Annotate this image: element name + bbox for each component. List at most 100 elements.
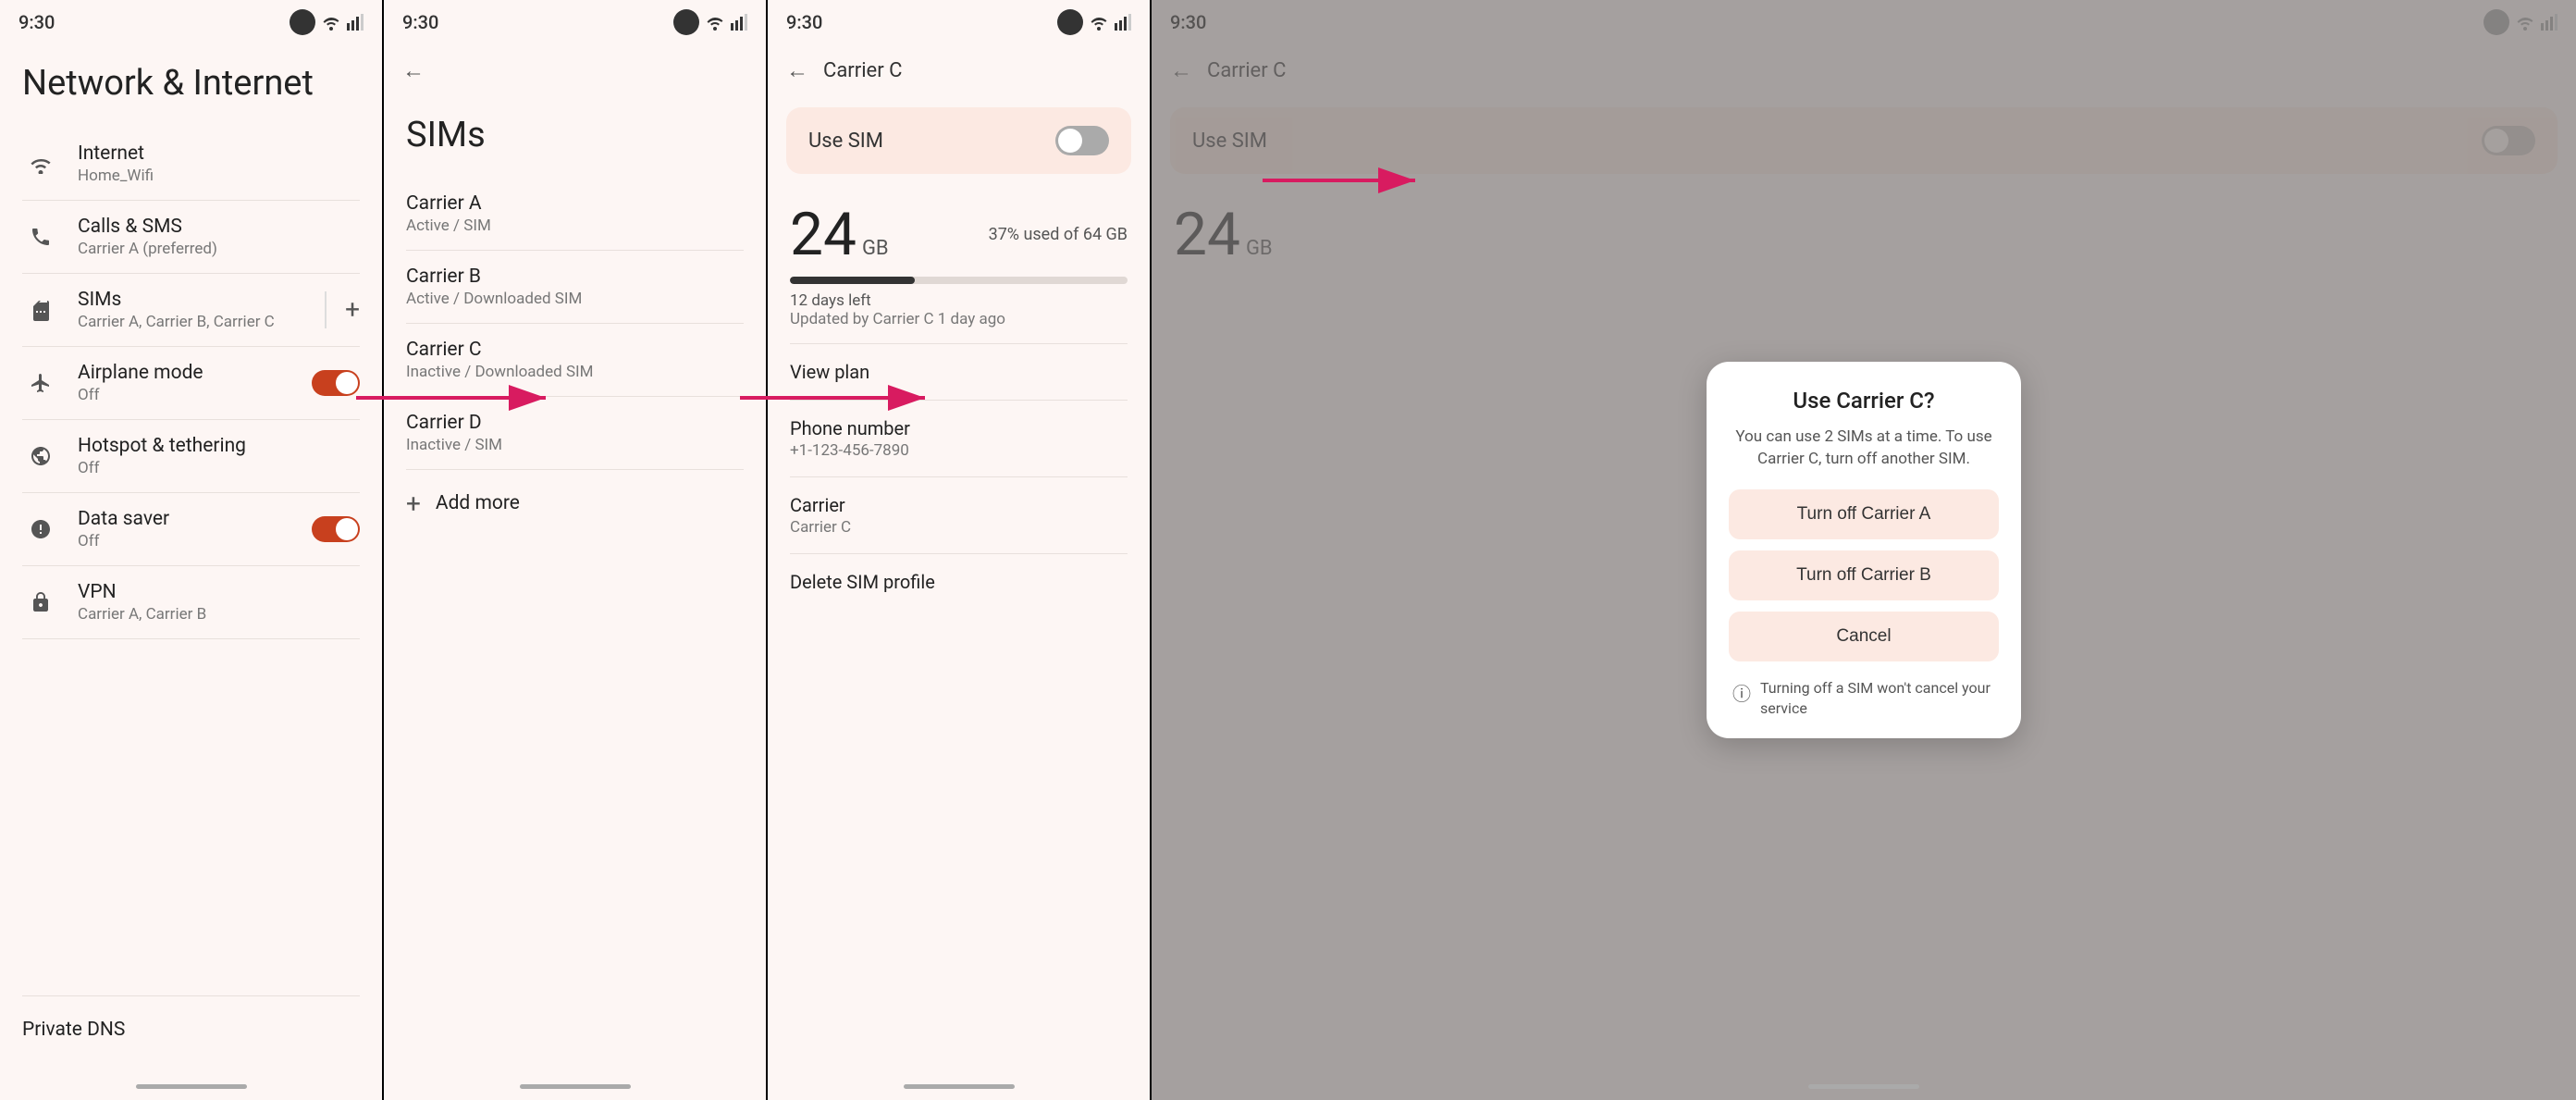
airplane-label: Airplane mode — [78, 362, 312, 384]
status-time-3: 9:30 — [786, 11, 822, 33]
status-bar-1: 9:30 — [0, 0, 382, 44]
data-saver-sublabel: Off — [78, 532, 312, 550]
internet-text: Internet Home_Wifi — [78, 142, 360, 185]
hotspot-label: Hotspot & tethering — [78, 435, 360, 457]
data-updated: Updated by Carrier C 1 day ago — [790, 310, 1128, 328]
wifi-icon-2 — [705, 14, 725, 31]
data-days-left: 12 days left — [790, 291, 1128, 310]
dialog-overlay: Use Carrier C? You can use 2 SIMs at a t… — [1152, 0, 2576, 1100]
data-saver-toggle[interactable] — [312, 516, 360, 542]
dialog-footer: ⓘ Turning off a SIM won't cancel your se… — [1729, 678, 1999, 720]
signal-icon-2 — [731, 14, 747, 31]
airplane-icon-wrap — [22, 365, 59, 402]
sims-divider — [325, 291, 327, 328]
data-gb-row: 24 GB — [790, 200, 889, 269]
hotspot-icon-wrap — [22, 438, 59, 475]
status-bar-2: 9:30 — [384, 0, 766, 44]
menu-item-calls-sms[interactable]: Calls & SMS Carrier A (preferred) — [0, 201, 382, 273]
add-more-label: Add more — [436, 492, 520, 514]
menu-item-airplane[interactable]: Airplane mode Off — [0, 347, 382, 419]
sim-item-carrier-a[interactable]: Carrier A Active / SIM — [384, 178, 766, 250]
internet-sublabel: Home_Wifi — [78, 167, 360, 185]
internet-label: Internet — [78, 142, 360, 165]
sim-item-carrier-d[interactable]: Carrier D Inactive / SIM — [384, 397, 766, 469]
turn-off-carrier-a-button[interactable]: Turn off Carrier A — [1729, 489, 1999, 539]
camera-dot-3 — [1057, 9, 1083, 35]
use-sim-toggle-3[interactable] — [1055, 126, 1109, 155]
use-sim-card-3: Use SIM — [786, 107, 1131, 174]
data-percent: 37% used of 64 GB — [989, 225, 1128, 244]
detail-carrier[interactable]: Carrier Carrier C — [768, 477, 1150, 553]
airplane-icon — [30, 372, 52, 394]
detail-phone-number[interactable]: Phone number +1-123-456-7890 — [768, 401, 1150, 476]
airplane-toggle[interactable] — [312, 370, 360, 396]
carrier-c-status: Inactive / Downloaded SIM — [406, 363, 744, 381]
panel-dialog: 9:30 ← Carrier C — [1152, 0, 2576, 1100]
carrier-a-status: Active / SIM — [406, 216, 744, 235]
data-saver-text: Data saver Off — [78, 508, 312, 550]
vpn-label: VPN — [78, 581, 360, 603]
back-button-3[interactable]: ← — [786, 57, 808, 84]
vpn-text: VPN Carrier A, Carrier B — [78, 581, 360, 624]
dialog-title: Use Carrier C? — [1729, 388, 1999, 414]
bottom-bar-1 — [136, 1084, 247, 1089]
menu-list-1: Internet Home_Wifi Calls & SMS Carrier A… — [0, 128, 382, 639]
camera-dot-2 — [673, 9, 699, 35]
carrier-b-status: Active / Downloaded SIM — [406, 290, 744, 308]
menu-item-sims[interactable]: SIMs Carrier A, Carrier B, Carrier C + — [0, 274, 382, 346]
carrier-d-status: Inactive / SIM — [406, 436, 744, 454]
sims-right: + — [325, 291, 360, 328]
airplane-toggle-thumb — [336, 372, 358, 394]
sims-label: SIMs — [78, 289, 325, 311]
cancel-button[interactable]: Cancel — [1729, 612, 1999, 661]
add-more-row[interactable]: + Add more — [384, 470, 766, 537]
carrier-label: Carrier — [790, 494, 1128, 516]
wifi-icon-3 — [1089, 14, 1109, 31]
dialog-footer-text: Turning off a SIM won't cancel your serv… — [1760, 678, 1995, 720]
menu-item-private-dns[interactable]: Private DNS — [0, 996, 382, 1063]
carrier-c-name: Carrier C — [406, 339, 744, 361]
calls-sms-text: Calls & SMS Carrier A (preferred) — [78, 216, 360, 258]
menu-item-vpn[interactable]: VPN Carrier A, Carrier B — [0, 566, 382, 638]
turn-off-carrier-b-button[interactable]: Turn off Carrier B — [1729, 550, 1999, 600]
signal-icon-1 — [347, 14, 364, 31]
hotspot-sublabel: Off — [78, 459, 360, 477]
sim-icon — [30, 299, 52, 321]
panel-sims: 9:30 ← SIMs Carrier A Active / SIM — [384, 0, 768, 1100]
vpn-icon — [30, 591, 52, 613]
panel3-back-title: Carrier C — [823, 59, 902, 82]
detail-view-plan[interactable]: View plan — [768, 344, 1150, 400]
hotspot-text: Hotspot & tethering Off — [78, 435, 360, 477]
sims-add-button[interactable]: + — [345, 294, 360, 325]
data-saver-icon — [30, 518, 52, 540]
phone-number-value: +1-123-456-7890 — [790, 441, 1128, 460]
data-gb-num: 24 — [790, 200, 857, 269]
menu-item-data-saver[interactable]: Data saver Off — [0, 493, 382, 565]
carrier-d-name: Carrier D — [406, 412, 744, 434]
menu-item-internet[interactable]: Internet Home_Wifi — [0, 128, 382, 200]
data-saver-label: Data saver — [78, 508, 312, 530]
bottom-bar-3 — [904, 1084, 1015, 1089]
delete-sim-item[interactable]: Delete SIM profile — [768, 554, 1150, 610]
sim-icon-wrap — [22, 291, 59, 328]
back-button-2[interactable]: ← — [402, 57, 425, 84]
data-progress-fill — [790, 277, 915, 284]
camera-dot-1 — [290, 9, 315, 35]
calls-sms-label: Calls & SMS — [78, 216, 360, 238]
vpn-icon-wrap — [22, 584, 59, 621]
phone-icon-wrap — [22, 218, 59, 255]
delete-sim-label: Delete SIM profile — [790, 571, 935, 593]
sim-item-carrier-c[interactable]: Carrier C Inactive / Downloaded SIM — [384, 324, 766, 396]
status-time-1: 9:30 — [18, 11, 55, 33]
hotspot-icon — [30, 445, 52, 467]
vpn-sublabel: Carrier A, Carrier B — [78, 605, 360, 624]
sim-item-carrier-b[interactable]: Carrier B Active / Downloaded SIM — [384, 251, 766, 323]
wifi-icon-wrap — [22, 145, 59, 182]
use-sim-toggle-thumb-3 — [1058, 129, 1082, 153]
private-dns-label: Private DNS — [22, 1019, 360, 1041]
menu-item-hotspot[interactable]: Hotspot & tethering Off — [0, 420, 382, 492]
wifi-menu-icon — [28, 154, 54, 174]
phone-icon — [30, 226, 52, 248]
airplane-text: Airplane mode Off — [78, 362, 312, 404]
info-icon: ⓘ — [1732, 679, 1751, 706]
